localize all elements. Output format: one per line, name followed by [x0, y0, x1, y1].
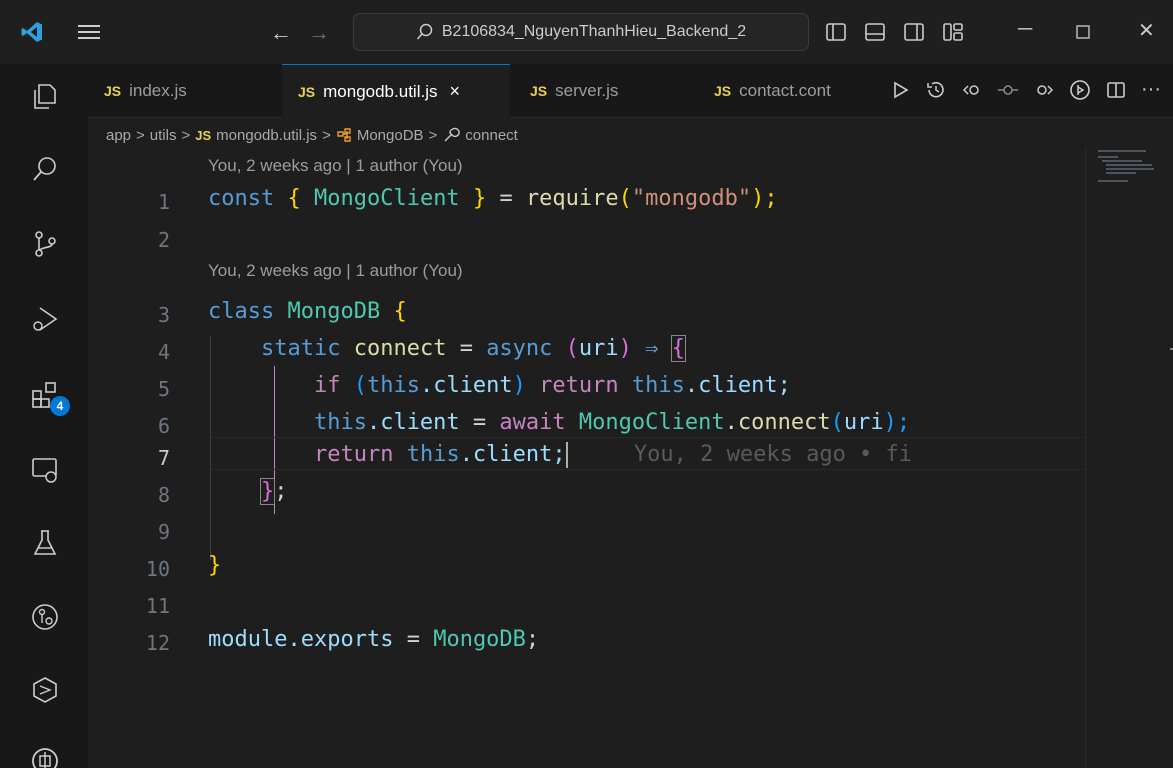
code-line-1: const { MongoClient } = require("mongodb…	[208, 186, 778, 211]
minimap[interactable]	[1085, 148, 1173, 768]
code-line-5: if (this.client) return this.client;	[313, 373, 791, 398]
split-editor-icon[interactable]	[1105, 79, 1127, 101]
code-line-6: this.client = await MongoClient.connect(…	[313, 410, 911, 435]
code-line-12: module.exports = MongoDB;	[208, 627, 540, 652]
commit-icon[interactable]	[997, 79, 1019, 101]
line-number: 11	[145, 594, 170, 618]
activity-bar: 4	[0, 64, 88, 768]
explorer-icon[interactable]	[30, 81, 60, 111]
line-number: 6	[157, 414, 170, 438]
tab-label: index.js	[129, 81, 187, 100]
breadcrumb-separator: >	[136, 126, 145, 144]
code-line-8: };	[259, 478, 288, 505]
close-window-icon[interactable]: ✕	[1138, 18, 1155, 43]
line-number: 1	[157, 190, 170, 214]
prettier-icon[interactable]	[30, 675, 60, 705]
extensions-badge: 4	[50, 396, 70, 416]
line-number: 5	[157, 377, 170, 401]
vscode-logo-icon[interactable]	[20, 20, 44, 44]
codelens-author[interactable]: You, 2 weeks ago | 1 author (You)	[208, 156, 463, 176]
inline-blame: You, 2 weeks ago • fi	[633, 442, 913, 467]
tab-label: server.js	[555, 81, 619, 100]
js-file-icon: JS	[714, 83, 732, 99]
breadcrumb-utils[interactable]: utils	[150, 127, 177, 144]
minimap-line	[1102, 160, 1142, 162]
js-file-icon: JS	[298, 83, 316, 100]
tab-label: contact.cont	[739, 81, 831, 100]
code-line-3: class MongoDB {	[208, 299, 407, 324]
line-number: 3	[157, 303, 170, 327]
js-file-icon: JS	[195, 127, 212, 143]
minimize-icon[interactable]: ─	[1018, 18, 1032, 41]
tab-mongodb-util-js[interactable]: JS mongodb.util.js ×	[282, 64, 510, 118]
minimap-line	[1098, 150, 1146, 152]
next-change-icon[interactable]	[1033, 79, 1055, 101]
more-actions-icon[interactable]: ···	[1141, 78, 1161, 101]
line-number: 4	[157, 340, 170, 364]
breadcrumb: app > utils > JS mongodb.util.js > Mongo…	[106, 123, 518, 147]
gitlens-inspect-icon[interactable]	[1069, 79, 1091, 101]
customize-layout-icon[interactable]	[942, 21, 964, 43]
breadcrumb-method[interactable]: connect	[465, 127, 518, 144]
minimap-line	[1106, 164, 1152, 166]
tab-index-js[interactable]: JS index.js	[88, 64, 278, 118]
text-cursor	[565, 442, 568, 468]
js-file-icon: JS	[530, 83, 548, 99]
previous-change-icon[interactable]	[961, 79, 983, 101]
line-number: 12	[145, 631, 170, 655]
minimap-line	[1106, 172, 1136, 174]
title-bar: ← → B2106834_NguyenThanhHieu_Backend_2 ─…	[0, 0, 1173, 64]
source-control-icon[interactable]	[30, 229, 60, 259]
gitlens-icon[interactable]	[30, 602, 60, 632]
line-number: 2	[157, 228, 170, 252]
run-debug-icon[interactable]	[30, 304, 60, 334]
code-editor[interactable]: You, 2 weeks ago | 1 author (You) 1 cons…	[88, 148, 1085, 768]
minimap-line	[1106, 168, 1154, 170]
minimap-line	[1098, 180, 1128, 182]
code-line-7: return this.client; You, 2 weeks ago • f…	[313, 442, 913, 468]
close-tab-icon[interactable]: ×	[449, 81, 460, 102]
command-center-search[interactable]: B2106834_NguyenThanhHieu_Backend_2	[353, 13, 809, 51]
line-number: 7	[157, 446, 170, 470]
line-number: 9	[157, 520, 170, 544]
tab-server-js[interactable]: JS server.js	[514, 64, 694, 118]
line-number: 10	[145, 557, 170, 581]
breadcrumb-file[interactable]: mongodb.util.js	[216, 127, 317, 144]
back-arrow-icon[interactable]: ←	[270, 20, 292, 46]
testing-icon[interactable]	[30, 528, 60, 558]
search-text: B2106834_NguyenThanhHieu_Backend_2	[441, 23, 747, 40]
codelens-author[interactable]: You, 2 weeks ago | 1 author (You)	[208, 261, 463, 281]
editor-actions: ···	[889, 78, 1161, 101]
code-line-4: static connect = async (uri) ⇒ {	[260, 335, 686, 362]
js-file-icon: JS	[104, 83, 122, 99]
menu-icon[interactable]	[78, 22, 100, 42]
method-symbol-icon	[444, 127, 461, 142]
toggle-secondary-sidebar-icon[interactable]	[903, 21, 925, 43]
toggle-panel-icon[interactable]	[864, 21, 886, 43]
accounts-icon[interactable]	[30, 746, 60, 768]
search-icon	[416, 23, 433, 40]
remote-explorer-icon[interactable]	[30, 455, 60, 485]
tab-contact-controller[interactable]: JS contact.cont	[698, 64, 878, 118]
class-symbol-icon	[337, 128, 351, 142]
file-history-icon[interactable]	[925, 79, 947, 101]
code-line-10: }	[208, 553, 222, 578]
toggle-primary-sidebar-icon[interactable]	[825, 21, 847, 43]
search-icon[interactable]	[30, 154, 60, 184]
tab-label: mongodb.util.js	[323, 81, 438, 101]
line-number: 8	[157, 483, 170, 507]
breadcrumb-app[interactable]: app	[106, 127, 131, 144]
maximize-icon[interactable]	[1072, 21, 1094, 43]
run-file-icon[interactable]	[889, 79, 911, 101]
breadcrumb-separator: >	[181, 126, 191, 144]
breadcrumb-class[interactable]: MongoDB	[357, 127, 424, 144]
breadcrumb-separator: >	[428, 126, 438, 144]
breadcrumb-separator: >	[322, 126, 331, 144]
minimap-line	[1098, 156, 1118, 158]
forward-arrow-icon[interactable]: →	[308, 20, 330, 46]
editor-tabs: JS index.js JS mongodb.util.js × JS serv…	[88, 64, 1173, 118]
